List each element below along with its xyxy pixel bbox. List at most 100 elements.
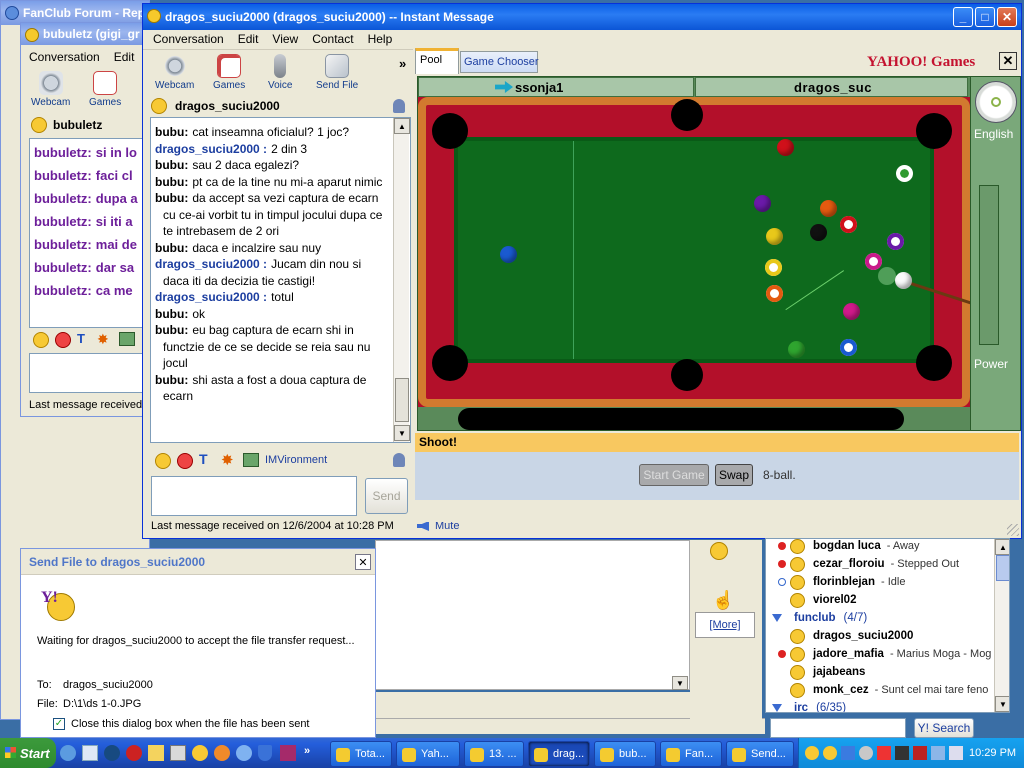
background-scroll-arrow[interactable]: ▼ (672, 676, 688, 690)
folder-icon[interactable] (148, 745, 164, 761)
audible-icon[interactable]: ✸ (97, 331, 109, 348)
chevron-down-icon[interactable] (772, 614, 782, 622)
imvironment-link[interactable]: IMVironment (265, 454, 327, 466)
chevron-down-icon[interactable] (772, 704, 782, 712)
winrar-icon[interactable] (280, 745, 296, 761)
grin-smiley-icon[interactable] (177, 453, 193, 469)
opera-icon[interactable] (126, 745, 142, 761)
maximize-button[interactable]: □ (975, 7, 995, 27)
games-button[interactable]: Games (213, 54, 245, 91)
tray-icon-6[interactable] (895, 746, 909, 760)
buddy-row[interactable]: dragos_suciu2000 (766, 627, 919, 645)
text-format-icon[interactable]: T (77, 331, 85, 346)
taskbar-item[interactable]: Fan... (660, 741, 722, 767)
bubuletz-titlebar[interactable]: bubuletz (gigi_gr (21, 23, 144, 45)
tray-icon-2[interactable] (823, 746, 837, 760)
tray-icon-5[interactable] (877, 746, 891, 760)
buddy-row[interactable]: jajabeans (766, 663, 871, 681)
scroll-up-arrow-icon[interactable]: ▲ (394, 118, 410, 134)
tray-icon-4[interactable] (859, 746, 873, 760)
buddy-row[interactable]: florinblejan - Idle (766, 573, 905, 591)
menu-contact[interactable]: Contact (312, 32, 353, 46)
contact-details-icon[interactable] (393, 99, 405, 113)
taskbar-item[interactable]: drag... (528, 741, 590, 767)
bubuletz-input[interactable] (29, 353, 149, 393)
buddy-row[interactable]: cezar_floroiu - Stepped Out (766, 555, 959, 573)
tray-icon-7[interactable] (913, 746, 927, 760)
power-meter[interactable] (979, 185, 999, 345)
menu-edit[interactable]: Edit (238, 32, 259, 46)
sunglasses-smiley-icon[interactable] (155, 453, 171, 469)
send-file-close-button[interactable]: ✕ (355, 554, 371, 570)
messenger-icon[interactable] (192, 745, 208, 761)
shield-icon[interactable] (258, 745, 272, 761)
send-file-titlebar[interactable]: Send File to dragos_suciu2000 (21, 549, 375, 575)
menu-view[interactable]: View (272, 32, 298, 46)
network-icon[interactable] (931, 746, 945, 760)
smiley-icon[interactable] (710, 542, 728, 560)
taskbar-item[interactable]: Send... (726, 741, 794, 767)
imvironment-icon[interactable] (119, 332, 135, 346)
tray-icon-3[interactable] (841, 746, 855, 760)
scroll-thumb[interactable] (996, 555, 1009, 581)
text-format-icon[interactable]: T (199, 451, 208, 467)
clock[interactable]: 10:29 PM (969, 747, 1016, 759)
user-details-icon[interactable] (393, 453, 405, 467)
ie-icon[interactable] (60, 745, 76, 761)
bubuletz-games-button[interactable]: Games (89, 71, 121, 108)
menu-conversation[interactable]: Conversation (29, 50, 100, 64)
english-spin-control[interactable] (975, 81, 1017, 123)
buddy-row[interactable]: bogdan luca - Away (766, 539, 920, 555)
tab-game-chooser[interactable]: Game Chooser (460, 51, 539, 73)
scroll-down-arrow-icon[interactable]: ▼ (995, 696, 1009, 712)
buddy-scrollbar[interactable]: ▲ ▼ (994, 539, 1009, 712)
pool-table[interactable] (418, 97, 970, 407)
close-game-icon[interactable]: ✕ (999, 52, 1017, 70)
menu-edit[interactable]: Edit (114, 50, 135, 64)
buddy-row[interactable]: viorel02 (766, 591, 862, 609)
file-manager-icon[interactable] (170, 745, 186, 761)
hand-pointer-icon[interactable]: ☝ (712, 590, 734, 611)
buddy-search-input[interactable] (770, 718, 906, 738)
resize-grip[interactable] (1007, 524, 1019, 536)
tab-pool[interactable]: Pool (415, 48, 459, 74)
start-game-button[interactable]: Start Game (639, 464, 709, 486)
send-button[interactable]: Send (365, 478, 408, 514)
grin-smiley-icon[interactable] (55, 332, 71, 348)
close-button[interactable]: ✕ (997, 7, 1017, 27)
netscape-icon[interactable] (104, 745, 120, 761)
im-titlebar[interactable]: dragos_suciu2000 (dragos_suciu2000) -- I… (143, 4, 1021, 30)
volume-icon[interactable] (949, 746, 963, 760)
taskbar-item[interactable]: Tota... (330, 741, 392, 767)
search-tool-icon[interactable] (236, 745, 252, 761)
bubuletz-webcam-button[interactable]: Webcam (31, 71, 70, 108)
webcam-button[interactable]: Webcam (155, 54, 194, 91)
voice-button[interactable]: Voice (268, 54, 292, 91)
buddy-group-header[interactable]: irc (6/35) (766, 699, 846, 712)
taskbar-item[interactable]: Yah... (396, 741, 460, 767)
tray-icon-1[interactable] (805, 746, 819, 760)
swap-button[interactable]: Swap (715, 464, 753, 486)
buddy-row[interactable]: jadore_mafia - Marius Moga - Mog (766, 645, 991, 663)
buddy-row[interactable]: monk_cez - Sunt cel mai tare feno (766, 681, 988, 699)
scroll-down-arrow-icon[interactable]: ▼ (394, 425, 410, 441)
more-link-box[interactable]: [More] (695, 612, 755, 638)
more-chevron-icon[interactable]: » (399, 56, 406, 71)
menu-conversation[interactable]: Conversation (153, 32, 224, 46)
speaker-icon[interactable] (417, 521, 429, 531)
send-file-button[interactable]: Send File (316, 54, 358, 91)
scroll-up-arrow-icon[interactable]: ▲ (995, 539, 1009, 555)
menu-help[interactable]: Help (368, 32, 393, 46)
chevron-icon[interactable]: » (304, 745, 310, 757)
sunglasses-smiley-icon[interactable] (33, 332, 49, 348)
start-button[interactable]: Start (0, 738, 56, 768)
message-input[interactable] (151, 476, 357, 516)
scroll-thumb[interactable] (395, 378, 409, 422)
imvironment-icon[interactable] (243, 453, 259, 467)
desktop-icon[interactable] (82, 745, 98, 761)
close-when-sent-checkbox[interactable]: ✓ (53, 718, 65, 730)
buddy-group-header[interactable]: funclub (4/7) (766, 609, 867, 627)
yahoo-search-button[interactable]: Y! Search (914, 718, 974, 738)
taskbar-item[interactable]: 13. ... (464, 741, 524, 767)
game-icon[interactable] (214, 745, 230, 761)
